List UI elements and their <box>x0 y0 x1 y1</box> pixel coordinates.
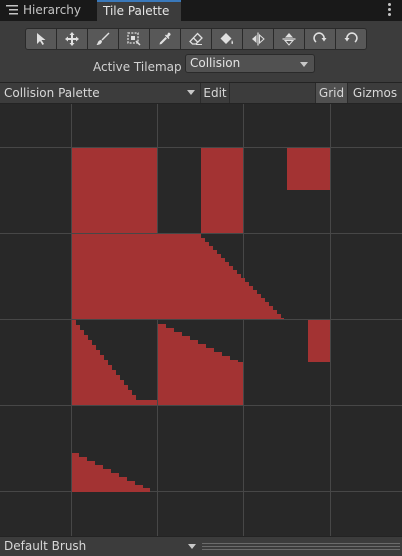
active-tilemap-value: Collision <box>190 56 241 70</box>
flip-x-tool-button[interactable] <box>242 28 274 50</box>
brush-bar: Default Brush <box>0 536 402 556</box>
pick-tool-button[interactable] <box>149 28 181 50</box>
grid-toggle-button[interactable]: Grid <box>315 83 347 103</box>
brush-icon <box>96 32 110 45</box>
rotate-ccw-icon <box>344 32 358 43</box>
flip-y-tool-button[interactable] <box>273 28 305 50</box>
palette-canvas[interactable] <box>0 104 402 536</box>
flip-vertical-icon <box>282 33 296 46</box>
box-fill-icon <box>127 32 141 46</box>
tile-slope-stepped-left[interactable] <box>72 320 157 405</box>
tile-quarter-corner[interactable] <box>287 148 330 190</box>
eraser-icon <box>189 32 203 45</box>
tool-button-group <box>25 28 377 52</box>
rotate-cw-tool-button[interactable] <box>304 28 336 50</box>
tile-slope-stepped-large[interactable] <box>137 234 284 319</box>
tile-narrow-block[interactable] <box>308 320 330 362</box>
palette-dropdown[interactable]: Collision Palette <box>0 83 199 103</box>
chevron-down-icon <box>187 90 195 95</box>
active-tilemap-dropdown[interactable]: Collision <box>185 54 315 73</box>
tile-full-square[interactable] <box>72 148 157 233</box>
tab-hierarchy[interactable]: Hierarchy <box>0 0 96 21</box>
list-icon <box>6 5 18 15</box>
tile-half-vertical[interactable] <box>201 148 243 233</box>
move-icon <box>65 32 79 46</box>
tab-bar: Hierarchy Tile Palette <box>0 0 402 21</box>
more-options-icon[interactable] <box>388 3 392 17</box>
tile-slope-stepped-right[interactable] <box>158 324 243 405</box>
chevron-down-icon <box>188 544 196 549</box>
palette-bar: Collision Palette Edit Grid Gizmos <box>0 82 402 104</box>
flip-horizontal-icon <box>252 32 265 46</box>
eyedropper-icon <box>159 32 171 45</box>
arrow-icon <box>37 33 46 45</box>
active-tilemap-label: Active Tilemap <box>93 60 182 74</box>
erase-tool-button[interactable] <box>180 28 212 50</box>
rotate-ccw-tool-button[interactable] <box>335 28 367 50</box>
box-fill-tool-button[interactable] <box>118 28 150 50</box>
fill-tool-button[interactable] <box>211 28 243 50</box>
tab-tile-palette[interactable]: Tile Palette <box>97 0 181 21</box>
brush-dropdown-value: Default Brush <box>4 539 87 553</box>
tab-hierarchy-label: Hierarchy <box>23 3 82 17</box>
resize-handle[interactable] <box>202 543 400 550</box>
chevron-down-icon <box>300 62 308 67</box>
brush-dropdown[interactable]: Default Brush <box>0 537 200 556</box>
palette-dropdown-value: Collision Palette <box>4 86 100 100</box>
tile-grid[interactable] <box>0 104 402 536</box>
move-tool-button[interactable] <box>56 28 88 50</box>
rotate-cw-icon <box>313 32 327 43</box>
tab-tile-palette-label: Tile Palette <box>103 4 170 18</box>
gizmos-toggle-button[interactable]: Gizmos <box>347 83 402 103</box>
paint-tool-button[interactable] <box>87 28 119 50</box>
tile-half-left-stub[interactable] <box>72 234 137 319</box>
edit-button[interactable]: Edit <box>200 83 230 103</box>
bucket-icon <box>220 33 234 45</box>
tile-slope-stepped-shallow[interactable] <box>72 453 150 492</box>
select-tool-button[interactable] <box>25 28 57 50</box>
